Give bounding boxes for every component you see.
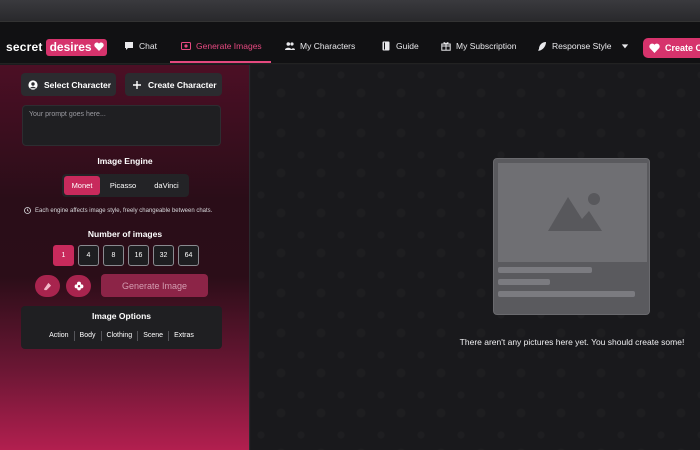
empty-gallery-message: There aren't any pictures here yet. You … bbox=[459, 337, 685, 347]
engine-note: Each engine affects image style, freely … bbox=[24, 207, 212, 214]
select-character-label: Select Character bbox=[44, 79, 112, 90]
placeholder-line-1 bbox=[498, 267, 592, 273]
active-tab-underline bbox=[170, 61, 271, 63]
count-option-16[interactable]: 16 bbox=[128, 245, 149, 266]
users-icon bbox=[285, 42, 295, 50]
heart-plus-icon bbox=[649, 43, 660, 53]
info-clock-icon bbox=[24, 207, 31, 214]
image-engine-label: Image Engine bbox=[97, 156, 153, 166]
chat-bubble-icon bbox=[125, 42, 133, 50]
option-body[interactable]: Body bbox=[75, 331, 102, 341]
landscape-image-icon bbox=[548, 193, 602, 231]
feather-icon bbox=[538, 42, 546, 51]
random-style-button[interactable] bbox=[66, 275, 91, 297]
nav-my-subscription[interactable]: My Subscription bbox=[441, 36, 516, 56]
count-option-8[interactable]: 8 bbox=[103, 245, 124, 266]
logo-pill-text: desires bbox=[49, 39, 92, 54]
nav-guide[interactable]: Guide bbox=[381, 36, 419, 56]
nav-chat-label: Chat bbox=[139, 41, 157, 51]
image-count-selector: 1 4 8 16 32 64 bbox=[53, 245, 199, 266]
select-character-button[interactable]: Select Character bbox=[21, 73, 116, 96]
create-button[interactable]: Create C bbox=[643, 38, 700, 58]
browser-top-strip bbox=[0, 0, 700, 22]
option-clothing[interactable]: Clothing bbox=[102, 331, 139, 341]
placeholder-line-3 bbox=[498, 291, 635, 297]
plus-icon bbox=[133, 80, 141, 89]
create-character-button[interactable]: Create Character bbox=[125, 73, 222, 96]
flower-icon bbox=[74, 281, 83, 291]
nav-my-characters[interactable]: My Characters bbox=[285, 36, 355, 56]
nav-response-style-label: Response Style bbox=[552, 41, 612, 51]
book-icon bbox=[382, 41, 390, 51]
eraser-icon bbox=[43, 282, 52, 290]
nav-my-characters-label: My Characters bbox=[300, 41, 356, 51]
generate-image-label: Generate Image bbox=[121, 280, 188, 291]
option-extras[interactable]: Extras bbox=[169, 331, 199, 341]
create-button-label: Create C bbox=[665, 43, 700, 53]
top-navbar: secret desires Chat Generate Images My C… bbox=[0, 22, 700, 64]
engine-picasso[interactable]: Picasso bbox=[102, 176, 144, 195]
option-scene[interactable]: Scene bbox=[138, 331, 170, 341]
gallery-area: There aren't any pictures here yet. You … bbox=[251, 65, 700, 450]
caret-down-icon bbox=[621, 44, 628, 49]
image-sidebar: Select Character Create Character Your p… bbox=[0, 65, 250, 450]
empty-gallery-placeholder bbox=[493, 158, 650, 315]
nav-generate-images[interactable]: Generate Images bbox=[181, 36, 262, 56]
nav-chat[interactable]: Chat bbox=[124, 36, 157, 56]
logo-word: secret bbox=[6, 40, 43, 54]
image-options-panel: Image Options Action Body Clothing Scene… bbox=[21, 306, 222, 349]
image-options-title: Image Options bbox=[91, 311, 152, 321]
user-circle-icon bbox=[28, 79, 38, 90]
image-icon bbox=[181, 42, 191, 50]
placeholder-line-2 bbox=[498, 279, 550, 285]
logo-pill: desires bbox=[45, 38, 107, 56]
prompt-placeholder: Your prompt goes here... bbox=[29, 111, 106, 118]
create-character-label: Create Character bbox=[148, 79, 217, 90]
engine-monet[interactable]: Monet bbox=[64, 176, 100, 195]
count-option-1[interactable]: 1 bbox=[53, 245, 74, 266]
engine-note-text: Each engine affects image style, freely … bbox=[35, 207, 213, 214]
engine-selector: Monet Picasso daVinci bbox=[62, 174, 189, 197]
eraser-button[interactable] bbox=[35, 275, 60, 297]
image-options-tabs: Action Body Clothing Scene Extras bbox=[21, 331, 222, 341]
count-option-32[interactable]: 32 bbox=[153, 245, 174, 266]
option-action[interactable]: Action bbox=[44, 331, 75, 341]
generate-image-button[interactable]: Generate Image bbox=[101, 274, 208, 297]
nav-guide-label: Guide bbox=[396, 41, 419, 51]
nav-response-style[interactable]: Response Style bbox=[537, 36, 629, 56]
number-of-images-label: Number of images bbox=[87, 229, 163, 239]
count-option-4[interactable]: 4 bbox=[78, 245, 99, 266]
placeholder-image bbox=[498, 163, 647, 262]
engine-davinci[interactable]: daVinci bbox=[146, 176, 187, 195]
nav-my-subscription-label: My Subscription bbox=[456, 41, 517, 51]
heart-icon bbox=[93, 42, 104, 51]
logo[interactable]: secret desires bbox=[6, 38, 107, 56]
prompt-input[interactable]: Your prompt goes here... bbox=[22, 105, 221, 146]
gift-icon bbox=[441, 42, 451, 51]
nav-generate-images-label: Generate Images bbox=[196, 41, 262, 51]
count-option-64[interactable]: 64 bbox=[178, 245, 199, 266]
